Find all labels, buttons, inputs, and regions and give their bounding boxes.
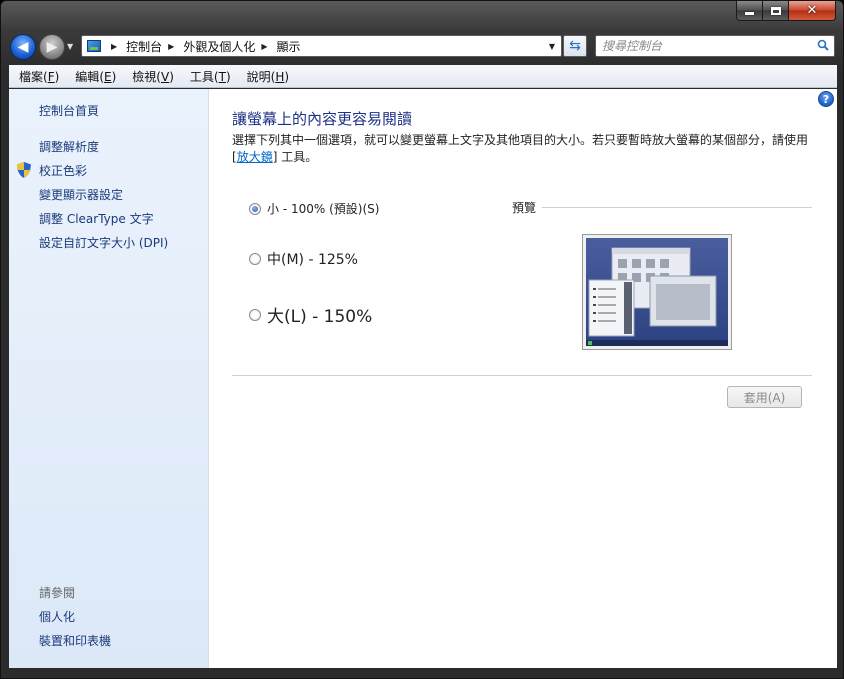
preview-label: 預覽 [512, 201, 537, 215]
menu-edit[interactable]: 編輯(E) [67, 68, 124, 85]
breadcrumb-control-panel[interactable]: 控制台 [126, 38, 162, 55]
close-button[interactable]: ✕ [789, 1, 836, 21]
content-area: 控制台首頁 調整解析度 校正色彩 變更顯示器設定 調整 ClearType 文字… [9, 89, 837, 668]
preview-divider [542, 207, 812, 208]
radio-medium[interactable] [249, 253, 261, 265]
sidebar-link-adjust-cleartype[interactable]: 調整 ClearType 文字 [39, 210, 154, 227]
preview-windows-illustration [586, 247, 728, 346]
option-medium-label: 中(M) - 125% [267, 252, 358, 268]
sidebar-link-adjust-resolution[interactable]: 調整解析度 [39, 138, 99, 155]
back-arrow-icon: ◀ [17, 39, 29, 55]
search-input[interactable] [596, 36, 806, 56]
menu-bar: 檔案(F) 編輯(E) 檢視(V) 工具(T) 說明(H) [9, 65, 837, 88]
magnifier-link[interactable]: 放大鏡 [237, 150, 273, 164]
search-box [595, 35, 835, 57]
sidebar-link-calibrate-color[interactable]: 校正色彩 [39, 162, 87, 179]
address-bar[interactable]: ▶ 控制台 ▶ 外觀及個人化 ▶ 顯示 ▼ [81, 35, 562, 57]
radio-large[interactable] [249, 308, 261, 321]
sidebar-link-custom-dpi[interactable]: 設定自訂文字大小 (DPI) [39, 234, 168, 251]
task-pane: 控制台首頁 調整解析度 校正色彩 變更顯示器設定 調整 ClearType 文字… [9, 89, 209, 668]
menu-file[interactable]: 檔案(F) [11, 68, 67, 85]
sidebar-link-personalization[interactable]: 個人化 [39, 608, 75, 625]
forward-button[interactable]: ▶ [39, 34, 65, 60]
help-icon[interactable]: ? [818, 91, 834, 107]
maximize-button[interactable] [763, 1, 789, 21]
menu-help[interactable]: 說明(H) [239, 68, 297, 85]
page-title: 讓螢幕上的內容更容易閱讀 [232, 110, 413, 128]
sidebar-link-devices-printers[interactable]: 裝置和印表機 [39, 632, 111, 649]
option-medium-125[interactable]: 中(M) - 125% [249, 249, 358, 269]
back-button[interactable]: ◀ [10, 34, 36, 60]
search-icon[interactable] [817, 39, 829, 51]
option-small-label: 小 - 100% (預設)(S) [267, 202, 380, 216]
sidebar-link-control-panel-home[interactable]: 控制台首頁 [39, 102, 99, 119]
close-icon: ✕ [806, 3, 818, 18]
explorer-window: ✕ ◀ ▶ ▼ ▶ 控制台 ▶ 外觀及個人化 ▶ 顯示 ▼ ⇆ 檔案(F) 編輯… [0, 0, 844, 679]
forward-arrow-icon: ▶ [46, 39, 58, 55]
control-panel-icon [87, 40, 101, 52]
main-panel: 讓螢幕上的內容更容易閱讀 選擇下列其中一個選項，就可以變更螢幕上文字及其他項目的… [232, 89, 815, 668]
breadcrumb-separator-icon[interactable]: ▶ [111, 42, 117, 51]
page-description: 選擇下列其中一個選項，就可以變更螢幕上文字及其他項目的大小。若只要暫時放大螢幕的… [232, 133, 809, 164]
section-divider [232, 375, 812, 376]
maximize-icon [770, 6, 781, 15]
option-large-label: 大(L) - 150% [267, 307, 373, 327]
radio-small[interactable] [249, 202, 261, 215]
preview-screen [586, 238, 728, 346]
menu-tools[interactable]: 工具(T) [182, 68, 239, 85]
sidebar-link-change-display-settings[interactable]: 變更顯示器設定 [39, 186, 123, 203]
option-large-150[interactable]: 大(L) - 150% [249, 302, 372, 327]
uac-shield-icon [17, 162, 31, 178]
breadcrumb-display[interactable]: 顯示 [277, 38, 301, 55]
recent-pages-dropdown[interactable]: ▼ [67, 42, 73, 51]
breadcrumb-separator-icon[interactable]: ▶ [168, 42, 174, 51]
chevron-down-icon: ▼ [67, 42, 74, 51]
minimize-button[interactable] [736, 1, 763, 21]
breadcrumb-appearance[interactable]: 外觀及個人化 [183, 38, 255, 55]
breadcrumb-separator-icon[interactable]: ▶ [261, 42, 267, 51]
see-also-heading: 請參閱 [39, 586, 76, 600]
window-bottom-border [9, 668, 837, 672]
preview-image [582, 234, 732, 350]
address-dropdown-icon[interactable]: ▼ [549, 42, 555, 51]
minimize-icon [745, 12, 754, 15]
caption-buttons: ✕ [736, 1, 836, 22]
menu-view[interactable]: 檢視(V) [124, 68, 182, 85]
option-small-100[interactable]: 小 - 100% (預設)(S) [249, 200, 379, 217]
apply-button[interactable]: 套用(A) [727, 386, 802, 408]
refresh-icon: ⇆ [569, 38, 581, 54]
refresh-button[interactable]: ⇆ [563, 35, 587, 57]
